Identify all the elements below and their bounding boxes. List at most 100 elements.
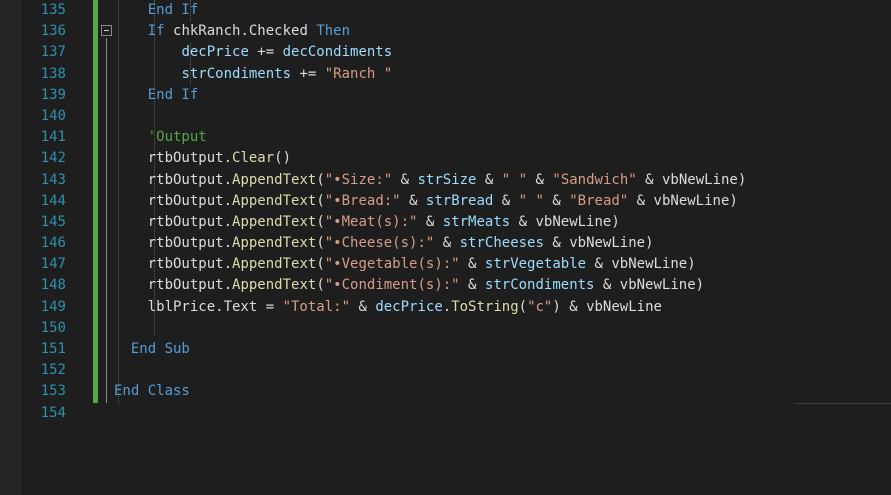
code-token: AppendText — [232, 192, 317, 209]
line-number: 152 — [40, 362, 66, 379]
line-number: 147 — [40, 256, 66, 273]
code-token: lblPrice.Text = — [147, 298, 283, 315]
code-line[interactable]: End If — [114, 0, 891, 21]
code-token: () — [274, 150, 292, 167]
code-token: rtbOutput. — [147, 150, 233, 167]
code-token: AppendText — [232, 256, 317, 273]
line-number: 135 — [40, 2, 66, 18]
code-token: AppendText — [232, 277, 317, 294]
change-tracking-bar — [93, 0, 98, 403]
code-token: strCondiments — [484, 277, 595, 294]
line-number: 141 — [40, 129, 66, 146]
code-token: & vbNewLine) — [510, 213, 620, 230]
code-editor[interactable]: 135 136 137 138 139 140 141 142 143 144 145 146 147 1… — [0, 0, 891, 495]
code-token: decPrice — [375, 298, 443, 315]
code-token: Then — [316, 23, 351, 40]
code-line[interactable]: rtbOutput.Clear() — [114, 148, 891, 169]
code-line[interactable]: If chkRanch.Checked Then — [114, 21, 891, 42]
code-token: & vbNewLine) — [594, 277, 705, 294]
code-token: rtbOutput. — [147, 235, 233, 252]
code-token: rtbOutput. — [147, 192, 233, 209]
code-line[interactable]: rtbOutput.AppendText("•Vegetable(s):" & … — [114, 254, 891, 275]
code-token: ( — [518, 298, 528, 315]
code-token: & — [493, 192, 519, 209]
code-token: 'Output — [147, 129, 207, 146]
line-number: 146 — [40, 235, 66, 252]
line-number: 136 — [40, 23, 66, 40]
line-number: 154 — [40, 404, 66, 421]
line-number: 140 — [40, 107, 66, 124]
outline-fold-line — [106, 38, 107, 403]
code-line[interactable]: rtbOutput.AppendText("•Cheese(s):" & str… — [114, 233, 891, 254]
code-token: End If — [147, 86, 199, 103]
code-line[interactable]: decPrice += decCondiments — [114, 42, 891, 63]
code-line[interactable] — [114, 360, 891, 381]
code-text-area[interactable]: End If If chkRanch.Checked Then decPrice… — [114, 0, 891, 424]
code-line[interactable]: 'Output — [114, 127, 891, 148]
code-line[interactable] — [114, 403, 891, 424]
code-token: strCondiments — [181, 65, 292, 82]
code-token: End Class — [114, 383, 190, 400]
line-number: 153 — [40, 383, 66, 400]
code-token: "•Vegetable(s):" — [324, 256, 460, 273]
code-token: & — [476, 171, 502, 188]
code-token: & vbNewLine) — [636, 171, 747, 188]
code-token: strSize — [417, 171, 477, 188]
code-token: & vbNewLine) — [543, 235, 654, 252]
code-token: AppendText — [232, 213, 317, 230]
code-line[interactable]: End If — [114, 85, 891, 106]
code-token: "c" — [527, 298, 553, 315]
code-token: . — [442, 298, 452, 315]
code-line[interactable] — [114, 318, 891, 339]
code-token: strCheeses — [459, 235, 544, 252]
code-token: "•Condiment(s):" — [324, 277, 460, 294]
code-line[interactable]: End Class — [114, 381, 891, 402]
code-token: ( — [316, 171, 325, 188]
code-token: ( — [316, 192, 325, 209]
code-token: End Sub — [130, 341, 190, 357]
code-line[interactable]: rtbOutput.AppendText("•Condiment(s):" & … — [114, 275, 891, 296]
code-token: & — [527, 171, 553, 188]
code-line[interactable]: rtbOutput.AppendText("•Bread:" & strBrea… — [114, 191, 891, 212]
glyph-margin[interactable] — [0, 0, 22, 495]
code-token: & — [400, 192, 426, 209]
collapse-icon[interactable] — [101, 25, 112, 36]
code-token: "Ranch " — [324, 65, 393, 82]
line-number: 137 — [40, 44, 66, 61]
code-token: & — [350, 298, 376, 315]
code-token: chkRanch.Checked — [173, 23, 317, 40]
code-token: & — [392, 171, 418, 188]
code-line[interactable]: strCondiments += "Ranch " — [114, 64, 891, 85]
code-token: ( — [316, 256, 325, 273]
line-number: 148 — [40, 277, 66, 294]
code-token: & — [543, 192, 570, 209]
line-number: 144 — [40, 192, 66, 209]
horizontal-scroll-edge — [794, 403, 891, 404]
code-token: End If — [147, 2, 199, 18]
code-token: decPrice — [181, 44, 249, 61]
code-token: strMeats — [442, 213, 511, 230]
code-line[interactable] — [114, 106, 891, 127]
code-token: += — [248, 44, 283, 61]
code-token: ToString — [451, 298, 519, 315]
code-line[interactable]: lblPrice.Text = "Total:" & decPrice.ToSt… — [114, 297, 891, 318]
code-token: & — [417, 213, 443, 230]
code-token: & — [434, 235, 460, 252]
line-number: 138 — [40, 65, 66, 82]
code-line[interactable]: rtbOutput.AppendText("•Meat(s):" & strMe… — [114, 212, 891, 233]
code-line[interactable]: rtbOutput.AppendText("•Size:" & strSize … — [114, 170, 891, 191]
code-token: AppendText — [232, 235, 317, 252]
code-line[interactable]: End Sub — [114, 339, 891, 360]
code-token: & vbNewLine) — [628, 192, 738, 209]
code-token: ( — [316, 277, 325, 294]
line-number: 143 — [40, 171, 66, 188]
code-token: strBread — [425, 192, 494, 209]
